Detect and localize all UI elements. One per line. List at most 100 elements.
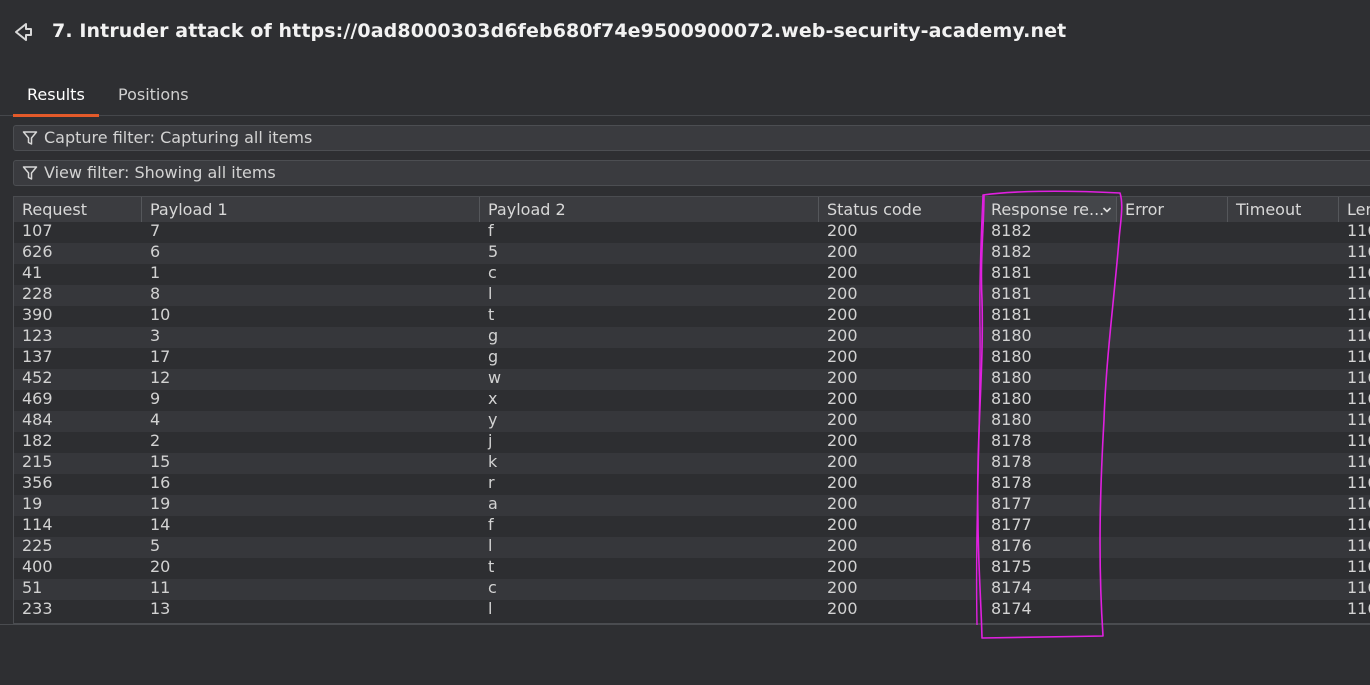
table-row[interactable]: 233 13 l 200 8174 116 [14, 600, 1370, 621]
cell-payload-2: l [488, 537, 493, 555]
cell-status-code: 200 [827, 306, 858, 324]
cell-length: 116 [1347, 285, 1370, 303]
column-header-request[interactable]: Request [14, 197, 142, 222]
table-row[interactable]: 41 1 c 200 8181 116 [14, 264, 1370, 285]
table-row[interactable]: 390 10 t 200 8181 116 [14, 306, 1370, 327]
table-row[interactable]: 51 11 c 200 8174 116 [14, 579, 1370, 600]
cell-length: 116 [1347, 600, 1370, 618]
cell-error [1117, 474, 1228, 495]
cell-status-code: 200 [827, 558, 858, 576]
cell-length: 116 [1347, 348, 1370, 366]
table-row[interactable]: 228 8 l 200 8181 116 [14, 285, 1370, 306]
table-row[interactable]: 19 19 a 200 8177 116 [14, 495, 1370, 516]
table-row[interactable]: 484 4 y 200 8180 116 [14, 411, 1370, 432]
cell-length: 116 [1347, 264, 1370, 282]
cell-status-code: 200 [827, 474, 858, 492]
cell-request: 41 [22, 264, 43, 282]
cell-request: 452 [22, 369, 53, 387]
table-row[interactable]: 123 3 g 200 8180 116 [14, 327, 1370, 348]
table-row[interactable]: 469 9 x 200 8180 116 [14, 390, 1370, 411]
column-header-status-code[interactable]: Status code [819, 197, 983, 222]
cell-payload-2: y [488, 411, 498, 429]
back-arrow-icon[interactable] [12, 21, 34, 43]
cell-timeout [1228, 600, 1339, 621]
cell-request: 107 [22, 222, 53, 240]
cell-length: 116 [1347, 306, 1370, 324]
table-body: 1077f2008182116626652008182116411c200818… [14, 222, 1370, 621]
capture-filter-label: Capture filter: Capturing all items [44, 128, 313, 147]
cell-error [1117, 516, 1228, 537]
table-row[interactable]: 452 12 w 200 8180 116 [14, 369, 1370, 390]
column-header-timeout[interactable]: Timeout [1228, 197, 1339, 222]
cell-length: 116 [1347, 516, 1370, 534]
table-row[interactable]: 400 20 t 200 8175 116 [14, 558, 1370, 579]
cell-request: 626 [22, 243, 53, 261]
cell-response-received: 8178 [991, 453, 1032, 471]
cell-response-received: 8180 [991, 348, 1032, 366]
cell-length: 116 [1347, 222, 1370, 240]
cell-status-code: 200 [827, 243, 858, 261]
table-row[interactable]: 114 14 f 200 8177 116 [14, 516, 1370, 537]
cell-response-received: 8174 [991, 600, 1032, 618]
cell-timeout [1228, 495, 1339, 516]
cell-length: 116 [1347, 537, 1370, 555]
cell-error [1117, 579, 1228, 600]
table-row[interactable]: 356 16 r 200 8178 116 [14, 474, 1370, 495]
cell-length: 116 [1347, 411, 1370, 429]
results-table: Request Payload 1 Payload 2 Status code … [13, 196, 1370, 624]
cell-request: 137 [22, 348, 53, 366]
cell-status-code: 200 [827, 516, 858, 534]
cell-status-code: 200 [827, 264, 858, 282]
column-header-payload-2[interactable]: Payload 2 [480, 197, 819, 222]
cell-response-received: 8181 [991, 264, 1032, 282]
cell-payload-1: 2 [150, 432, 161, 450]
cell-timeout [1228, 285, 1339, 306]
cell-payload-1: 7 [150, 222, 161, 240]
column-header-payload-1[interactable]: Payload 1 [142, 197, 480, 222]
cell-response-received: 8182 [991, 222, 1032, 240]
column-header-length[interactable]: Leng [1339, 197, 1370, 222]
cell-timeout [1228, 306, 1339, 327]
cell-response-received: 8178 [991, 432, 1032, 450]
tab-results[interactable]: Results [13, 86, 99, 117]
cell-status-code: 200 [827, 453, 858, 471]
cell-timeout [1228, 537, 1339, 558]
cell-status-code: 200 [827, 327, 858, 345]
cell-timeout [1228, 411, 1339, 432]
cell-status-code: 200 [827, 348, 858, 366]
cell-payload-2: t [488, 558, 495, 576]
cell-payload-1: 4 [150, 411, 161, 429]
cell-response-received: 8180 [991, 411, 1032, 429]
capture-filter-bar[interactable]: Capture filter: Capturing all items [13, 125, 1370, 151]
cell-response-received: 8180 [991, 369, 1032, 387]
view-filter-label: View filter: Showing all items [44, 163, 276, 182]
table-row[interactable]: 225 5 l 200 8176 116 [14, 537, 1370, 558]
cell-timeout [1228, 243, 1339, 264]
cell-request: 19 [22, 495, 43, 513]
column-header-response-received[interactable]: Response re... [983, 197, 1117, 222]
cell-timeout [1228, 453, 1339, 474]
cell-length: 116 [1347, 558, 1370, 576]
cell-payload-1: 3 [150, 327, 161, 345]
view-filter-bar[interactable]: View filter: Showing all items [13, 160, 1370, 186]
cell-payload-2: l [488, 600, 493, 618]
cell-request: 51 [22, 579, 43, 597]
cell-length: 116 [1347, 579, 1370, 597]
table-row[interactable]: 137 17 g 200 8180 116 [14, 348, 1370, 369]
cell-error [1117, 327, 1228, 348]
cell-status-code: 200 [827, 579, 858, 597]
cell-response-received: 8176 [991, 537, 1032, 555]
table-row[interactable]: 626 6 5 200 8182 116 [14, 243, 1370, 264]
table-row[interactable]: 107 7 f 200 8182 116 [14, 222, 1370, 243]
cell-request: 400 [22, 558, 53, 576]
table-row[interactable]: 182 2 j 200 8178 116 [14, 432, 1370, 453]
cell-payload-2: 5 [488, 243, 499, 261]
column-header-error[interactable]: Error [1117, 197, 1228, 222]
cell-status-code: 200 [827, 495, 858, 513]
cell-timeout [1228, 222, 1339, 243]
table-row[interactable]: 215 15 k 200 8178 116 [14, 453, 1370, 474]
tab-positions[interactable]: Positions [104, 86, 203, 114]
cell-error [1117, 453, 1228, 474]
cell-response-received: 8178 [991, 474, 1032, 492]
cell-payload-2: g [488, 327, 499, 345]
